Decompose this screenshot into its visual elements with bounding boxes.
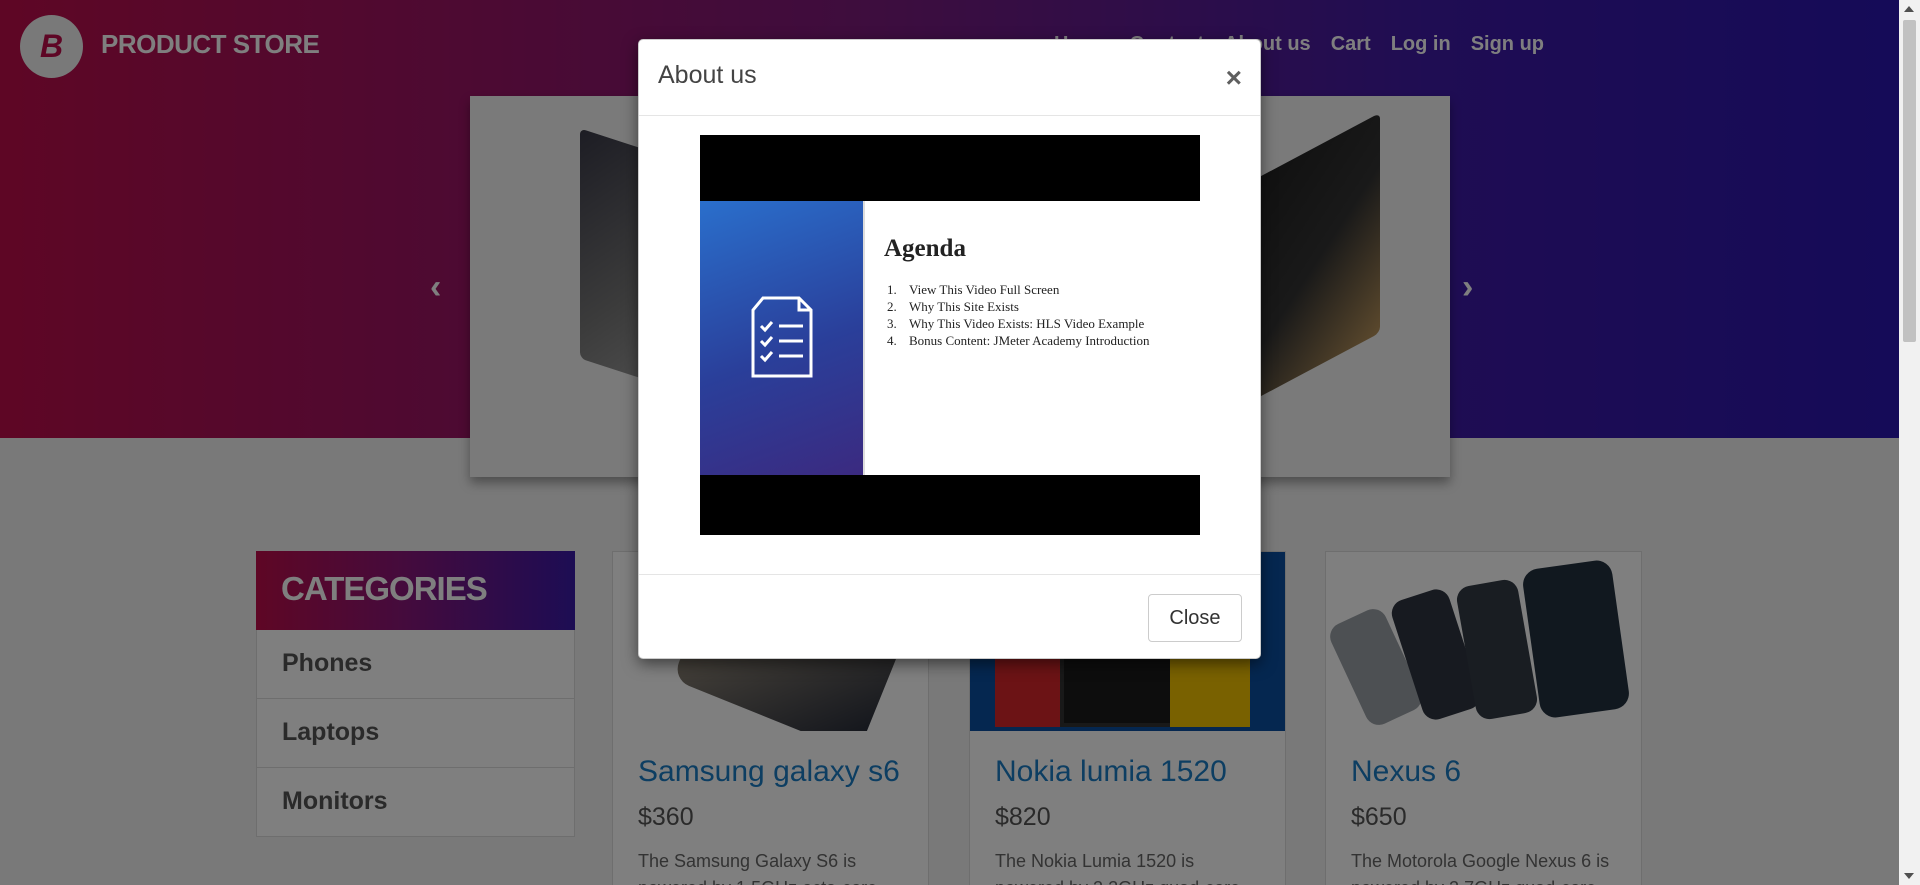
checklist-icon xyxy=(700,201,863,475)
scroll-down-icon[interactable] xyxy=(1904,873,1914,879)
scroll-up-icon[interactable] xyxy=(1904,6,1914,12)
about-us-modal: About us × Agenda 1. View This Video Ful… xyxy=(638,39,1261,659)
modal-footer: Close xyxy=(639,575,1260,659)
scrollbar-thumb[interactable] xyxy=(1903,20,1916,342)
agenda-panel: Agenda 1. View This Video Full Screen 2. W… xyxy=(863,201,1200,475)
agenda-item: 3. Why This Video Exists: HLS Video Examp… xyxy=(887,316,1145,331)
agenda-item: 1. View This Video Full Screen xyxy=(887,282,1060,297)
agenda-item: 2. Why This Site Exists xyxy=(887,299,1019,314)
video-player[interactable]: Agenda 1. View This Video Full Screen 2. W… xyxy=(700,135,1200,535)
modal-body: Agenda 1. View This Video Full Screen 2. W… xyxy=(639,116,1260,575)
close-button[interactable]: Close xyxy=(1148,594,1242,642)
agenda-item: 4. Bonus Content: JMeter Academy Introduc… xyxy=(887,333,1150,348)
modal-title: About us xyxy=(658,61,757,89)
video-slide: Agenda 1. View This Video Full Screen 2. W… xyxy=(700,201,1200,475)
agenda-title: Agenda xyxy=(884,235,966,262)
modal-header: About us × xyxy=(639,40,1260,116)
close-icon[interactable]: × xyxy=(1226,62,1242,94)
page-scrollbar[interactable] xyxy=(1899,0,1920,885)
agenda-list: 1. View This Video Full Screen 2. Why This… xyxy=(884,281,1200,349)
